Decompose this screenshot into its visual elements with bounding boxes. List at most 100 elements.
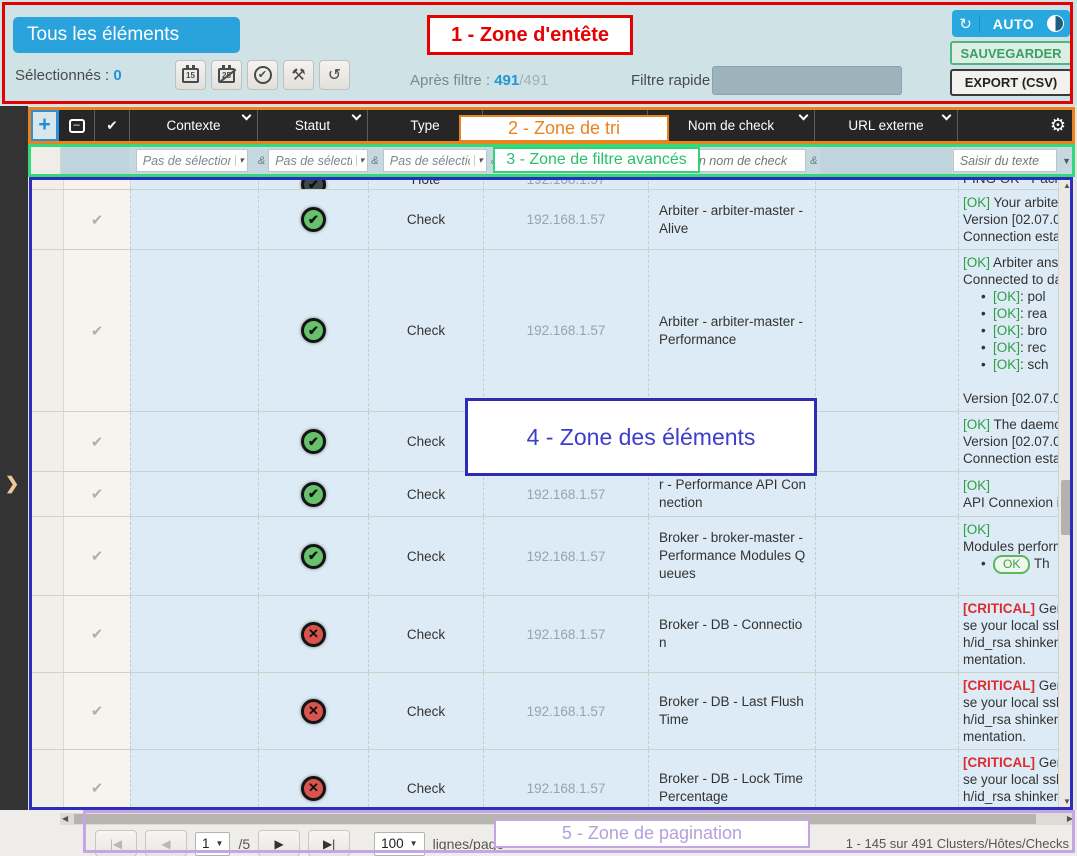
row-expander-cell[interactable] [30,472,64,516]
status-icon: ✔ [301,207,326,232]
row-status-cell: ✕ [258,750,368,810]
chevron-down-icon [799,111,809,121]
result-range-label: 1 - 145 sur 491 Clusters/Hôtes/Checks [846,836,1069,851]
row-url-cell [815,472,958,516]
table-row[interactable]: ✔ ✕ Check 192.168.1.57 Broker - DB - Las… [30,673,1058,750]
row-type-cell: Check [368,673,483,749]
row-expander-cell[interactable] [30,177,64,189]
row-type-cell: Hôte [368,177,483,189]
row-expander-cell[interactable] [30,250,64,411]
save-button[interactable]: SAUVEGARDER [950,41,1072,65]
row-url-cell [815,190,958,249]
row-output-cell: [OK] The daemonVersion [02.07.0Connectio… [958,412,1058,471]
row-contexte-cell [130,190,258,249]
auto-refresh-toggle[interactable]: ↻ AUTO [952,10,1070,37]
column-header-contexte[interactable]: Contexte [130,109,258,142]
row-type-cell: Check [368,472,483,516]
scroll-left-icon[interactable]: ◀ [62,813,68,825]
row-checkbox[interactable]: ✔ [64,190,130,249]
row-checkbox[interactable]: ✔ [64,472,130,516]
row-expander-cell[interactable] [30,190,64,249]
column-header-url-externe[interactable]: URL externe [815,109,958,142]
row-output-cell: [OK]Modules performOK Th [958,517,1058,595]
sidebar-expand-icon[interactable]: ❯ [5,474,19,494]
group-collapse-chip[interactable] [90,177,105,180]
header-toolbar: 15 25 ✔ ⚒ ↺ [175,60,350,90]
table-body: ✔ Hôte 192.168.1.57 PING OK - Packet los… [30,177,1058,810]
row-url-cell [815,177,958,189]
row-url-cell [815,412,958,471]
select-all-icon[interactable]: ✔ [95,109,130,142]
scroll-right-icon[interactable]: ▶ [1067,813,1073,825]
filter-text-input[interactable] [953,149,1057,172]
pagination-controls: |◀ ◀ 1▼ /5 ▶ ▶| 100▼ lignes/page [95,830,504,856]
chevron-down-icon [942,111,952,121]
check-circle-icon[interactable]: ✔ [247,60,278,90]
previous-page-button[interactable]: ◀ [145,830,187,856]
row-status-cell: ✔ [258,517,368,595]
export-csv-button[interactable]: EXPORT (CSV) [950,69,1072,96]
last-page-button[interactable]: ▶| [308,830,350,856]
table-row[interactable]: ✔ ✕ Check 192.168.1.57 Broker - DB - Con… [30,596,1058,673]
row-check-name-cell: Broker - DB - Connection [648,596,815,672]
row-expander-cell[interactable] [30,750,64,810]
row-output-cell: [CRITICAL] Genese your local sshh/id_rsa… [958,673,1058,749]
row-output-cell: [OK] Arbiter ansConnected to da[OK]: pol… [958,250,1058,411]
row-expander-cell[interactable] [30,596,64,672]
status-icon: ✕ [301,622,326,647]
undo-icon[interactable]: ↺ [319,60,350,90]
quick-filter-input[interactable] [712,66,902,95]
row-contexte-cell [130,750,258,810]
first-page-button[interactable]: |◀ [95,830,137,856]
status-icon: ✔ [301,482,326,507]
row-checkbox[interactable]: ✔ [64,517,130,595]
row-checkbox[interactable]: ✔ [64,750,130,810]
row-checkbox[interactable] [64,177,130,189]
app-window: Tous les éléments Sélectionnés : 0 15 25… [0,0,1077,856]
scroll-down-icon[interactable]: ▼ [1059,793,1074,810]
per-page-select[interactable]: 100▼ [374,832,424,856]
vertical-scrollbar-thumb[interactable] [1061,480,1073,535]
tools-icon[interactable]: ⚒ [283,60,314,90]
row-type-cell: Check [368,190,483,249]
filter-statut-dropdown[interactable]: Pas de sélection▾ [268,149,368,172]
table-row[interactable]: ✔ ✔ Check 192.168.1.57 Arbiter - arbiter… [30,190,1058,250]
table-row[interactable]: ✔ ✔ Check 192.168.1.57 r - Performance A… [30,472,1058,517]
column-header-nom-de-check[interactable]: Nom de check [648,109,815,142]
row-type-cell: Check [368,250,483,411]
filter-type-dropdown[interactable]: Pas de sélection▾ [383,149,487,172]
add-button[interactable]: + [30,109,59,142]
vertical-scrollbar[interactable]: ▲ ▼ [1058,177,1074,810]
scroll-up-icon[interactable]: ▲ [1059,177,1074,194]
table-row[interactable]: ✔ Hôte 192.168.1.57 PING OK - Packet los… [30,177,1058,190]
row-checkbox[interactable]: ✔ [64,412,130,471]
status-icon: ✕ [301,776,326,801]
filter-contexte-dropdown[interactable]: Pas de sélection▾ [136,149,248,172]
collapse-all-icon[interactable]: – [59,109,95,142]
gear-icon[interactable]: ⚙ [1041,109,1075,142]
status-icon: ✔ [301,429,326,454]
table-row[interactable]: ✔ ✔ Check 192.168.1.57 Broker - broker-m… [30,517,1058,596]
row-expander-cell[interactable] [30,517,64,595]
row-ip-cell: 192.168.1.57 [483,596,648,672]
row-status-cell: ✔ [258,412,368,471]
quick-filter-label: Filtre rapide [631,72,710,89]
collapsed-sidebar[interactable]: ❯ [0,106,28,856]
table-row[interactable]: ✔ ✕ Check 192.168.1.57 Broker - DB - Loc… [30,750,1058,810]
calendar-15-icon[interactable]: 15 [175,60,206,90]
all-elements-button[interactable]: Tous les éléments [13,17,240,53]
calendar-25-crossed-icon[interactable]: 25 [211,60,242,90]
row-checkbox[interactable]: ✔ [64,673,130,749]
next-page-button[interactable]: ▶ [258,830,300,856]
column-header-statut[interactable]: Statut [258,109,368,142]
row-expander-cell[interactable] [30,412,64,471]
row-type-cell: Check [368,750,483,810]
row-checkbox[interactable]: ✔ [64,596,130,672]
chevron-down-icon [242,111,252,121]
filter-collapse-icon[interactable]: ▼ [1058,156,1075,166]
row-expander-cell[interactable] [30,673,64,749]
page-select[interactable]: 1▼ [195,832,230,856]
row-type-cell: Check [368,517,483,595]
row-checkbox[interactable]: ✔ [64,250,130,411]
table-row[interactable]: ✔ ✔ Check 192.168.1.57 Arbiter - arbiter… [30,250,1058,412]
